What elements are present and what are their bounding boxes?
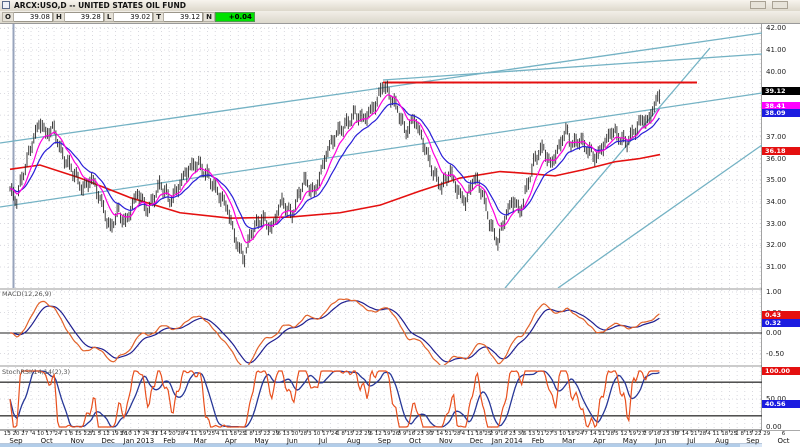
stoch-d-badge: 40.56 <box>762 400 800 408</box>
date-month: May <box>254 437 268 445</box>
price-tick-35.00: 35.00 <box>766 176 799 184</box>
date-month: Aug <box>715 437 729 445</box>
date-month: Aug <box>347 437 361 445</box>
chart-icon <box>2 1 10 9</box>
date-month: Apr <box>225 437 237 445</box>
quote-label-H: H <box>53 12 65 22</box>
quote-label-L: L <box>104 12 114 22</box>
title-bar-button-2[interactable] <box>772 1 788 9</box>
price-tick-33.00: 33.00 <box>766 220 799 228</box>
price-tick-41.00: 41.00 <box>766 46 799 54</box>
window-title: ARCX:USO,D -- UNITED STATES OIL FUND <box>14 1 186 10</box>
stochrsi-pane[interactable] <box>0 367 762 430</box>
macd-tick-1.00: 1.00 <box>766 288 799 296</box>
date-month: Oct <box>41 437 53 445</box>
date-month: Oct <box>409 437 421 445</box>
ema-slow-badge: 38.09 <box>762 109 800 117</box>
macd-tick--0.50: -0.50 <box>766 350 799 358</box>
quote-fields: O39.08H39.28L39.02T39.12N+0.04 <box>2 12 255 22</box>
macd-signal-badge: 0.32 <box>762 319 800 327</box>
date-month: Jul <box>687 437 695 445</box>
date-month: Jun <box>287 437 298 445</box>
date-month: Dec <box>101 437 115 445</box>
macd-pane-label: MACD(12,26,9) <box>2 290 51 298</box>
price-tick-31.00: 31.00 <box>766 263 799 271</box>
quote-value-L: 39.02 <box>114 12 153 22</box>
last-price-badge: 39.12 <box>762 87 800 95</box>
date-month: May <box>623 437 637 445</box>
date-month: Feb <box>532 437 544 445</box>
price-pane[interactable] <box>0 23 762 288</box>
quote-label-net: N <box>203 12 215 22</box>
quote-label-T: T <box>153 12 164 22</box>
chart-window: ARCX:USO,D -- UNITED STATES OIL FUND O39… <box>0 0 800 447</box>
date-month: Oct <box>777 437 789 445</box>
date-month: Nov <box>439 437 453 445</box>
date-month: Apr <box>593 437 605 445</box>
price-tick-37.00: 37.00 <box>766 133 799 141</box>
date-month: Dec <box>470 437 484 445</box>
net-change-badge: +0.04 <box>215 12 255 22</box>
macd-tick-0.00: 0.00 <box>766 329 799 337</box>
date-month: Sep <box>9 437 22 445</box>
quote-value-O: 39.08 <box>14 12 53 22</box>
date-month: Sep <box>378 437 391 445</box>
stochrsi-pane-label: StochRSI(14,14(2),3) <box>2 368 70 376</box>
price-tick-32.00: 32.00 <box>766 241 799 249</box>
date-month: Jan 2014 <box>492 437 523 445</box>
date-month: Sep <box>746 437 759 445</box>
date-month: Feb <box>163 437 175 445</box>
date-month: Mar <box>562 437 575 445</box>
price-tick-42.00: 42.00 <box>766 24 799 32</box>
date-month: Jan 2013 <box>123 437 154 445</box>
quote-bar: O39.08H39.28L39.02T39.12N+0.04 <box>0 11 800 24</box>
macd-value-badge: 0.43 <box>762 311 800 319</box>
date-month: Jun <box>655 437 666 445</box>
ma-200-badge: 36.18 <box>762 147 800 155</box>
title-bar-button-1[interactable] <box>750 1 766 9</box>
stoch-k-badge: 100.00 <box>762 367 800 375</box>
date-month: Mar <box>194 437 207 445</box>
date-month: Jul <box>319 437 327 445</box>
price-tick-36.00: 36.00 <box>766 155 799 163</box>
stoch-tick-0.00: 0.00 <box>766 423 799 431</box>
price-tick-40.00: 40.00 <box>766 68 799 76</box>
date-month: Nov <box>71 437 85 445</box>
price-tick-34.00: 34.00 <box>766 198 799 206</box>
macd-pane[interactable] <box>0 290 762 366</box>
quote-value-T: 39.12 <box>164 12 203 22</box>
quote-label-O: O <box>2 12 14 22</box>
quote-value-H: 39.28 <box>65 12 104 22</box>
